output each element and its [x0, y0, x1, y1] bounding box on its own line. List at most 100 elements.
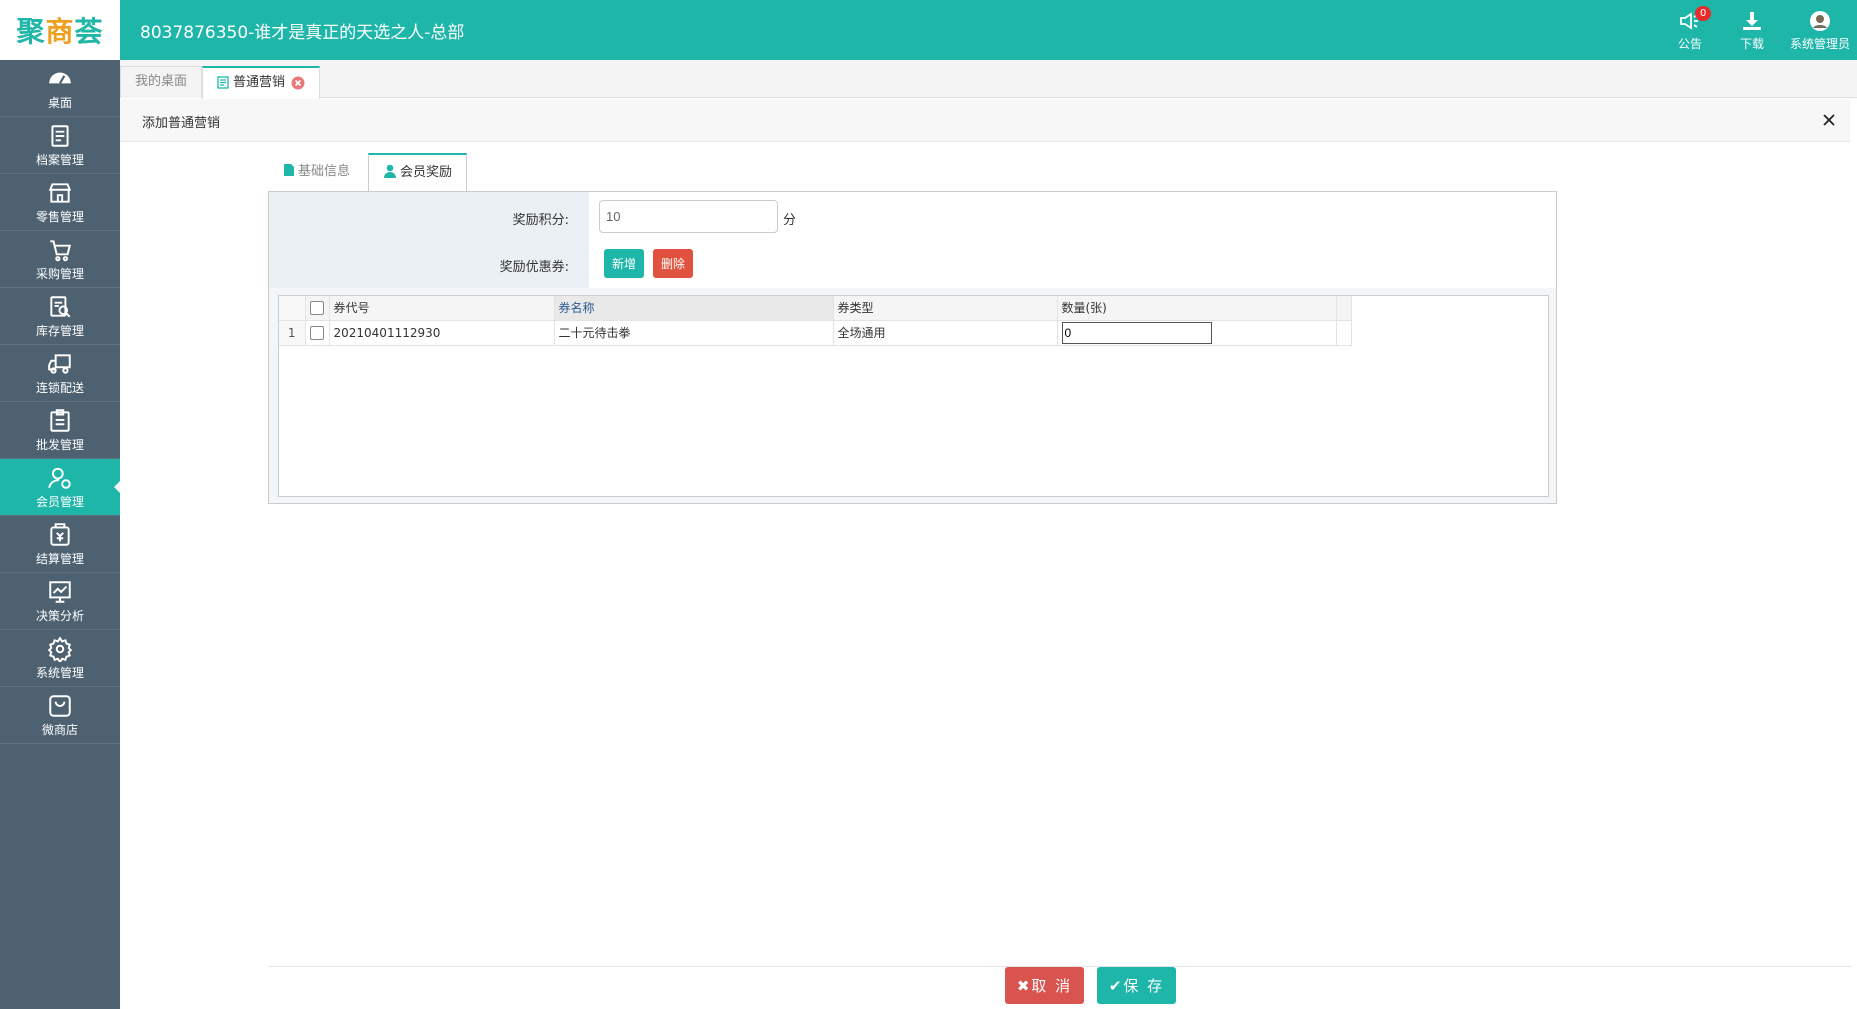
sidebar-item-member[interactable]: 会员管理: [0, 459, 120, 516]
tab-label: 会员奖励: [400, 165, 453, 180]
coupon-name-cell: 二十元待击拳: [554, 320, 834, 346]
column-header[interactable]: 券名称: [554, 296, 834, 321]
cart-icon: [50, 239, 71, 261]
announcement-badge: 0: [1695, 6, 1712, 21]
shop-bag-icon: [49, 694, 71, 717]
scroll-gutter: [1336, 320, 1352, 346]
sidebar-item-settlement[interactable]: 结算管理: [0, 516, 120, 573]
logo: 聚商荟: [0, 0, 120, 60]
download-button[interactable]: 下载: [1721, 0, 1783, 60]
tab-normal-marketing[interactable]: 普通营销: [202, 66, 321, 99]
user-label: 系统管理员: [1789, 36, 1850, 51]
member-icon: [48, 467, 71, 489]
settings-icon: [47, 635, 73, 662]
close-tab-icon[interactable]: [291, 76, 305, 90]
user-avatar-icon: [1810, 10, 1830, 31]
download-icon: [1743, 11, 1761, 30]
top-bar: 聚商荟 8037876350-谁才是真正的天选之人-总部 0 公告 下载 系统管…: [0, 0, 1857, 60]
select-all-cell: [305, 296, 330, 321]
row-checkbox[interactable]: [310, 325, 324, 340]
save-label: 保 存: [1123, 977, 1165, 995]
panel-title: 添加普通营销: [142, 116, 221, 131]
close-icon: ✖: [1016, 977, 1030, 995]
delete-coupon-button[interactable]: 删除: [653, 249, 693, 278]
sidebar-item-retail[interactable]: 零售管理: [0, 174, 120, 231]
coupon-code-cell: 20210401112930: [329, 320, 555, 346]
announcement-button[interactable]: 0 公告: [1659, 0, 1721, 60]
table-header-row: 券代号 券名称 券类型 数量(张): [279, 296, 1352, 321]
sidebar-item-label: 桌面: [47, 95, 72, 110]
sidebar-item-label: 零售管理: [35, 209, 84, 224]
sidebar-item-desktop[interactable]: 桌面: [0, 60, 120, 117]
user-icon: [384, 164, 396, 178]
document-icon: [284, 164, 294, 176]
table-row[interactable]: 1 20210401112930 二十元待击拳 全场通用: [279, 320, 1352, 346]
logo-char-2: 商: [45, 15, 75, 48]
quantity-input[interactable]: [1061, 321, 1212, 344]
column-header[interactable]: 券类型: [833, 296, 1058, 321]
sidebar-item-label: 连锁配送: [35, 380, 84, 395]
tab-label: 我的桌面: [135, 74, 188, 89]
member-reward-form: 奖励积分: 分 奖励优惠券: 新增 删除 券代号 券名称 券类型 数量(张): [268, 191, 1557, 504]
sidebar-item-analysis[interactable]: 决策分析: [0, 573, 120, 630]
coupon-type-cell: 全场通用: [833, 320, 1058, 346]
row-number: 1: [279, 320, 306, 346]
announcement-label: 公告: [1677, 36, 1702, 51]
dashboard-icon: [49, 72, 71, 84]
points-unit: 分: [783, 213, 797, 228]
panel-header: 添加普通营销: [120, 99, 1850, 142]
tab-basic-info[interactable]: 基础信息: [268, 153, 365, 191]
top-actions: 0 公告 下载 系统管理员: [1659, 0, 1857, 60]
scroll-gutter: [1336, 296, 1352, 321]
sidebar-item-wholesale[interactable]: 批发管理: [0, 402, 120, 459]
sidebar: 桌面 档案管理 零售管理 采购管理 库存管理 连锁配送 批发管理 会员管理 结算…: [0, 60, 120, 1009]
store-icon: [48, 182, 72, 203]
column-header[interactable]: 券代号: [329, 296, 555, 321]
chart-icon: [49, 580, 71, 603]
user-menu-button[interactable]: 系统管理员: [1783, 0, 1857, 60]
sidebar-item-label: 决策分析: [35, 608, 84, 623]
tab-label: 基础信息: [298, 164, 351, 179]
truck-icon: [48, 353, 71, 374]
sidebar-item-label: 批发管理: [35, 437, 84, 452]
sidebar-item-label: 库存管理: [35, 323, 84, 338]
tab-my-desktop[interactable]: 我的桌面: [120, 66, 203, 98]
coupon-table: 券代号 券名称 券类型 数量(张) 1 20210401112930 二十元待击…: [279, 296, 1352, 346]
app-title: 8037876350-谁才是真正的天选之人-总部: [140, 23, 465, 43]
save-button[interactable]: ✔ 保 存: [1097, 967, 1176, 1004]
sidebar-item-archive[interactable]: 档案管理: [0, 117, 120, 174]
sidebar-item-label: 系统管理: [35, 665, 84, 680]
sidebar-item-label: 会员管理: [35, 494, 84, 509]
column-header[interactable]: 数量(张): [1057, 296, 1337, 321]
check-icon: ✔: [1108, 977, 1122, 995]
coupon-label: 奖励优惠券:: [499, 260, 569, 275]
coupon-grid: 券代号 券名称 券类型 数量(张) 1 20210401112930 二十元待击…: [278, 295, 1549, 497]
settlement-icon: [50, 522, 70, 546]
cancel-button[interactable]: ✖ 取 消: [1005, 967, 1084, 1004]
add-coupon-button[interactable]: 新增: [604, 249, 644, 278]
points-input[interactable]: [599, 200, 778, 233]
logo-char-3: 荟: [74, 15, 104, 48]
document-icon: [217, 76, 229, 89]
row-select-cell: [305, 320, 330, 346]
sidebar-item-purchase[interactable]: 采购管理: [0, 231, 120, 288]
archive-icon: [51, 124, 69, 147]
coupon-qty-cell: [1057, 320, 1337, 346]
inventory-icon: [50, 295, 71, 317]
close-icon[interactable]: [1820, 111, 1838, 129]
sidebar-item-system[interactable]: 系统管理: [0, 630, 120, 687]
download-label: 下载: [1739, 36, 1764, 51]
select-all-checkbox[interactable]: [310, 301, 324, 315]
tab-member-reward[interactable]: 会员奖励: [368, 153, 468, 192]
cancel-label: 取 消: [1031, 977, 1073, 995]
tab-label: 普通营销: [233, 75, 286, 90]
sidebar-item-label: 微商店: [41, 722, 78, 737]
logo-char-1: 聚: [16, 15, 46, 48]
sidebar-item-delivery[interactable]: 连锁配送: [0, 345, 120, 402]
wholesale-icon: [50, 408, 70, 432]
row-number-header: [279, 296, 306, 321]
sidebar-item-microshop[interactable]: 微商店: [0, 687, 120, 744]
sidebar-item-label: 档案管理: [35, 152, 84, 167]
page-tab-strip: 我的桌面 普通营销: [120, 60, 1857, 99]
sidebar-item-inventory[interactable]: 库存管理: [0, 288, 120, 345]
